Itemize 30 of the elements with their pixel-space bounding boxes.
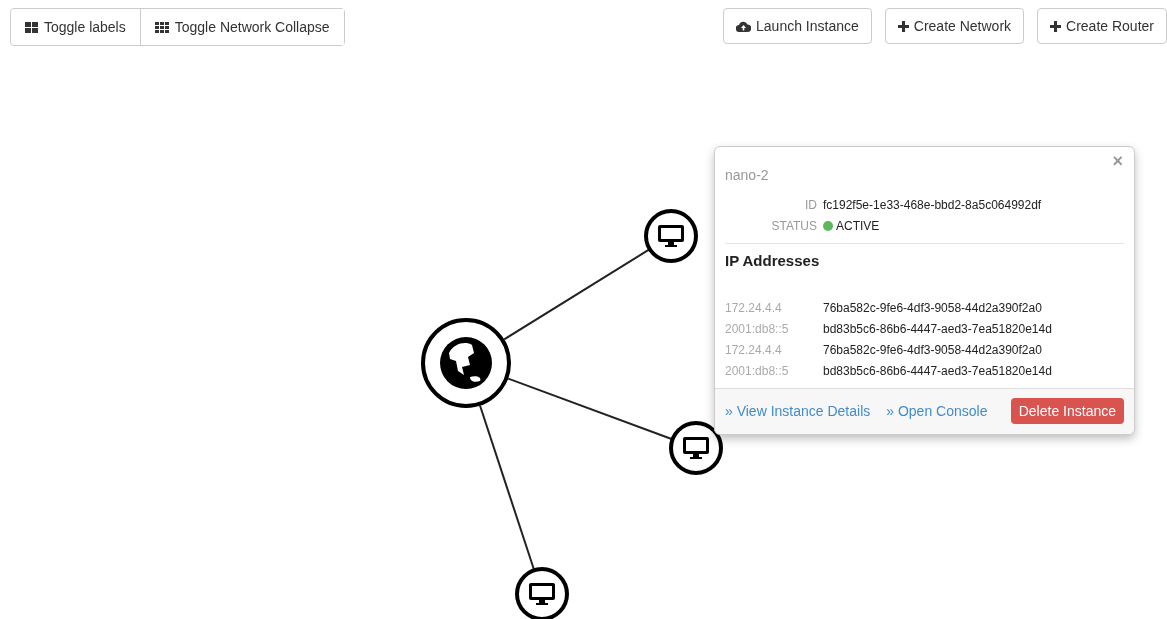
monitor-node[interactable] (669, 421, 723, 475)
toolbar-button[interactable]: Toggle Network Collapse (139, 9, 344, 45)
cloud-upload-icon (736, 20, 752, 32)
ip-address: 172.24.4.4 (725, 341, 783, 359)
field-label: ID (804, 197, 817, 214)
field-value: ACTIVE (836, 218, 880, 235)
monitor-node[interactable] (515, 567, 569, 619)
field-value: fc192f5e-1e33-468e-bbd2-8a5c064992df (823, 197, 1042, 214)
port-id: bd83b5c6-86b6-4447-aed3-7ea51820e14d (823, 362, 1052, 380)
plus-icon (1050, 20, 1062, 32)
ip-address: 2001:db8::5 (725, 320, 790, 338)
popover-title: nano-2 (725, 166, 770, 185)
ip-address: 172.24.4.4 (725, 299, 783, 317)
delete-button[interactable]: Delete Instance (1010, 398, 1124, 424)
field-label: STATUS (770, 218, 817, 235)
grid-icon (154, 21, 169, 33)
section-heading: IP Addresses (725, 251, 821, 271)
popover-link[interactable]: » Open Console (886, 400, 988, 422)
action-button[interactable]: Launch Instance (723, 8, 872, 44)
port-id: 76ba582c-9fe6-4df3-9058-44d2a390f2a0 (823, 341, 1042, 359)
port-id: bd83b5c6-86b6-4447-aed3-7ea51820e14d (823, 320, 1052, 338)
monitor-node[interactable] (644, 209, 698, 263)
action-button[interactable]: Create Router (1037, 8, 1167, 44)
grid-icon (25, 21, 38, 33)
plus-icon (897, 20, 909, 32)
popover-link[interactable]: » View Instance Details (725, 400, 871, 422)
port-id: 76ba582c-9fe6-4df3-9058-44d2a390f2a0 (823, 299, 1042, 317)
action-button[interactable]: Create Network (884, 8, 1025, 44)
ip-address: 2001:db8::5 (725, 362, 790, 380)
globe-node[interactable] (421, 318, 511, 408)
